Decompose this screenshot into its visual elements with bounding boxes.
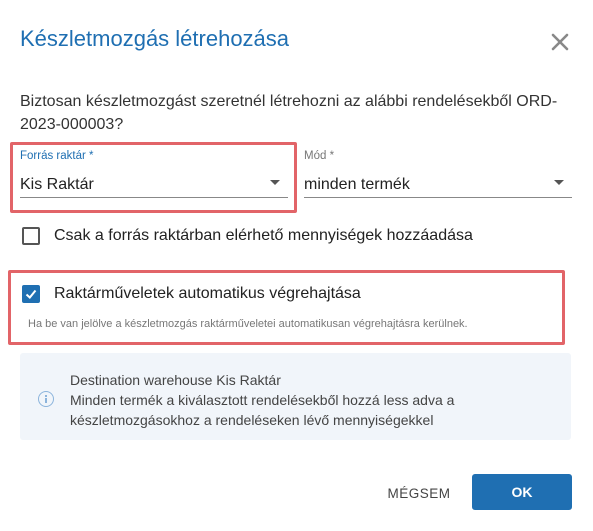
cancel-button[interactable]: MÉGSEM [372, 476, 466, 510]
dropdown-arrow-icon [270, 180, 280, 185]
info-icon [38, 391, 54, 407]
source-warehouse-select[interactable]: Forrás raktár * Kis Raktár [20, 150, 288, 198]
mode-select[interactable]: Mód * minden termék [304, 150, 572, 198]
auto-execute-hint: Ha be van jelölve a készletmozgás raktár… [28, 318, 468, 330]
info-text: Destination warehouse Kis Raktár Minden … [70, 370, 454, 430]
source-warehouse-value: Kis Raktár [20, 176, 94, 193]
mode-label: Mód * [304, 150, 335, 162]
only-available-option[interactable]: Csak a forrás raktárban elérhető mennyis… [22, 227, 473, 245]
only-available-checkbox[interactable] [22, 227, 40, 245]
auto-execute-checkbox[interactable] [22, 285, 40, 303]
info-box: Destination warehouse Kis Raktár Minden … [20, 353, 571, 440]
checkmark-icon [25, 289, 37, 299]
dropdown-arrow-icon [554, 180, 564, 185]
close-icon[interactable] [546, 28, 574, 56]
info-line-3: készletmozgásokhoz a rendeléseken lévő m… [70, 412, 434, 428]
ok-button[interactable]: OK [472, 474, 572, 510]
info-line-1: Destination warehouse Kis Raktár [70, 372, 281, 388]
auto-execute-label: Raktárműveletek automatikus végrehajtása [54, 285, 361, 302]
field-underline [20, 197, 288, 198]
source-warehouse-label: Forrás raktár * [20, 150, 94, 162]
auto-execute-highlight [8, 270, 565, 345]
confirm-text: Biztosan készletmozgást szeretnél létreh… [20, 93, 558, 133]
only-available-label: Csak a forrás raktárban elérhető mennyis… [54, 227, 473, 244]
info-line-2: Minden termék a kiválasztott rendelésekb… [70, 392, 455, 408]
dialog-title: Készletmozgás létrehozása [20, 26, 290, 51]
field-underline [304, 197, 572, 198]
mode-value: minden termék [304, 176, 410, 193]
auto-execute-option[interactable]: Raktárműveletek automatikus végrehajtása [22, 285, 361, 303]
